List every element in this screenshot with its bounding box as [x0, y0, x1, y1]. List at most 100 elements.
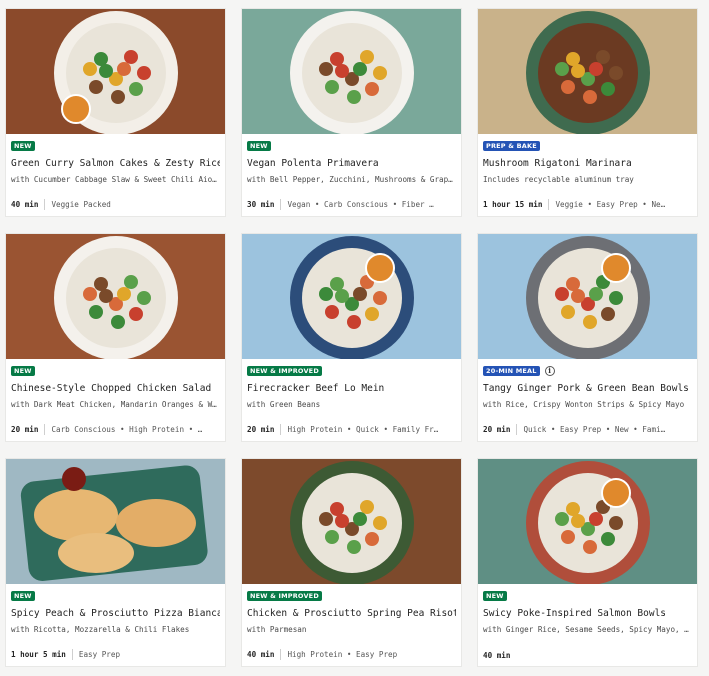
recipe-image[interactable] [6, 459, 225, 584]
recipe-title[interactable]: Swicy Poke-Inspired Salmon Bowls [483, 608, 692, 621]
recipe-image[interactable] [478, 9, 697, 134]
food-item [601, 82, 615, 96]
food-item [83, 287, 97, 301]
food-item [325, 530, 339, 544]
food-item [360, 50, 374, 64]
recipe-grid: NEW Green Curry Salmon Cakes & Zesty Ric… [5, 8, 698, 667]
recipe-title[interactable]: Green Curry Salmon Cakes & Zesty Rice [11, 158, 220, 171]
recipe-badge: 20-MIN MEAL [483, 366, 540, 376]
recipe-tags: Quick • Easy Prep • New • Fami… [523, 425, 666, 434]
recipe-image[interactable] [242, 9, 461, 134]
food-item [360, 500, 374, 514]
food-item [89, 80, 103, 94]
recipe-badge: NEW [247, 141, 271, 151]
recipe-subtitle: with Cucumber Cabbage Slaw & Sweet Chili… [11, 175, 220, 184]
recipe-card[interactable]: NEW & IMPROVED Chicken & Prosciutto Spri… [241, 458, 462, 667]
sauce-cup [365, 253, 395, 283]
food-item [325, 80, 339, 94]
food-item [566, 52, 580, 66]
food-item [555, 512, 569, 526]
recipe-title[interactable]: Tangy Ginger Pork & Green Bean Bowls [483, 383, 692, 396]
recipe-subtitle: with Parmesan [247, 625, 307, 634]
recipe-time: 40 min [11, 200, 39, 209]
food-item [373, 516, 387, 530]
recipe-title[interactable]: Mushroom Rigatoni Marinara [483, 158, 692, 171]
meta-divider [280, 649, 282, 660]
info-icon[interactable]: i [544, 366, 555, 376]
recipe-card[interactable]: NEW Swicy Poke-Inspired Salmon Bowls wit… [477, 458, 698, 667]
recipe-meta: 20 min High Protein • Quick • Family Fr… [247, 424, 456, 435]
food-item [117, 287, 131, 301]
food-item [571, 289, 585, 303]
recipe-subtitle: with Green Beans [247, 400, 321, 409]
recipe-time: 20 min [11, 425, 39, 434]
recipe-title[interactable]: Spicy Peach & Prosciutto Pizza Bianca [11, 608, 220, 621]
sauce-cup [61, 94, 91, 124]
recipe-meta: 20 min Quick • Easy Prep • New • Fami… [483, 424, 692, 435]
recipe-image[interactable] [478, 459, 697, 584]
food-item [124, 275, 138, 289]
food-item [571, 514, 585, 528]
food-item [325, 305, 339, 319]
meta-divider [548, 199, 550, 210]
recipe-image[interactable] [242, 459, 461, 584]
recipe-card[interactable]: NEW Green Curry Salmon Cakes & Zesty Ric… [5, 8, 226, 217]
food-item [89, 305, 103, 319]
food-item [601, 532, 615, 546]
food-photo [242, 9, 461, 134]
recipe-title[interactable]: Chicken & Prosciutto Spring Pea Risotto [247, 608, 456, 621]
meta-divider [71, 649, 73, 660]
recipe-tags: High Protein • Easy Prep [287, 650, 398, 659]
food-item [566, 277, 580, 291]
recipe-subtitle: with Ginger Rice, Sesame Seeds, Spicy Ma… [483, 625, 692, 634]
recipe-card[interactable]: NEW & IMPROVED Firecracker Beef Lo Mein … [241, 233, 462, 442]
recipe-image[interactable] [6, 234, 225, 359]
recipe-meta: 40 min High Protein • Easy Prep [247, 649, 456, 660]
food-item [319, 512, 333, 526]
recipe-card[interactable]: NEW Chinese-Style Chopped Chicken Salad … [5, 233, 226, 442]
sauce-cup [601, 478, 631, 508]
food-item [83, 62, 97, 76]
food-item [373, 291, 387, 305]
food-item [137, 66, 151, 80]
food-item [609, 516, 623, 530]
flatbread [34, 489, 118, 541]
recipe-card[interactable]: 20-MIN MEAL i Tangy Ginger Pork & Green … [477, 233, 698, 442]
recipe-card[interactable]: PREP & BAKE Mushroom Rigatoni Marinara I… [477, 8, 698, 217]
flatbread [58, 533, 134, 573]
sauce-cup [601, 253, 631, 283]
recipe-time: 20 min [483, 425, 511, 434]
food-item [561, 305, 575, 319]
recipe-tags: Vegan • Carb Conscious • Fiber … [287, 200, 434, 209]
recipe-subtitle: with Rice, Crispy Wonton Strips & Spicy … [483, 400, 685, 409]
recipe-card[interactable]: NEW Spicy Peach & Prosciutto Pizza Bianc… [5, 458, 226, 667]
food-item [99, 64, 113, 78]
recipe-card[interactable]: NEW Vegan Polenta Primavera with Bell Pe… [241, 8, 462, 217]
recipe-image[interactable] [6, 9, 225, 134]
sauce-cup [62, 467, 86, 491]
recipe-meta: 30 min Vegan • Carb Conscious • Fiber … [247, 199, 456, 210]
recipe-title[interactable]: Chinese-Style Chopped Chicken Salad [11, 383, 220, 396]
recipe-time: 40 min [483, 651, 511, 660]
meta-divider [44, 199, 46, 210]
food-item [129, 307, 143, 321]
meta-divider [44, 424, 46, 435]
food-photo [478, 234, 697, 359]
recipe-badge: NEW [11, 366, 35, 376]
recipe-image[interactable] [242, 234, 461, 359]
recipe-meta: 40 min [483, 651, 692, 660]
food-item [609, 66, 623, 80]
food-item [347, 315, 361, 329]
food-item [561, 530, 575, 544]
food-photo [6, 9, 225, 134]
recipe-time: 1 hour 5 min [11, 650, 66, 659]
food-item [330, 502, 344, 516]
food-item [330, 52, 344, 66]
recipe-image[interactable] [478, 234, 697, 359]
recipe-title[interactable]: Firecracker Beef Lo Mein [247, 383, 456, 396]
food-item [319, 287, 333, 301]
recipe-badge: NEW [11, 591, 35, 601]
recipe-title[interactable]: Vegan Polenta Primavera [247, 158, 456, 171]
food-item [596, 50, 610, 64]
meta-divider [280, 424, 282, 435]
